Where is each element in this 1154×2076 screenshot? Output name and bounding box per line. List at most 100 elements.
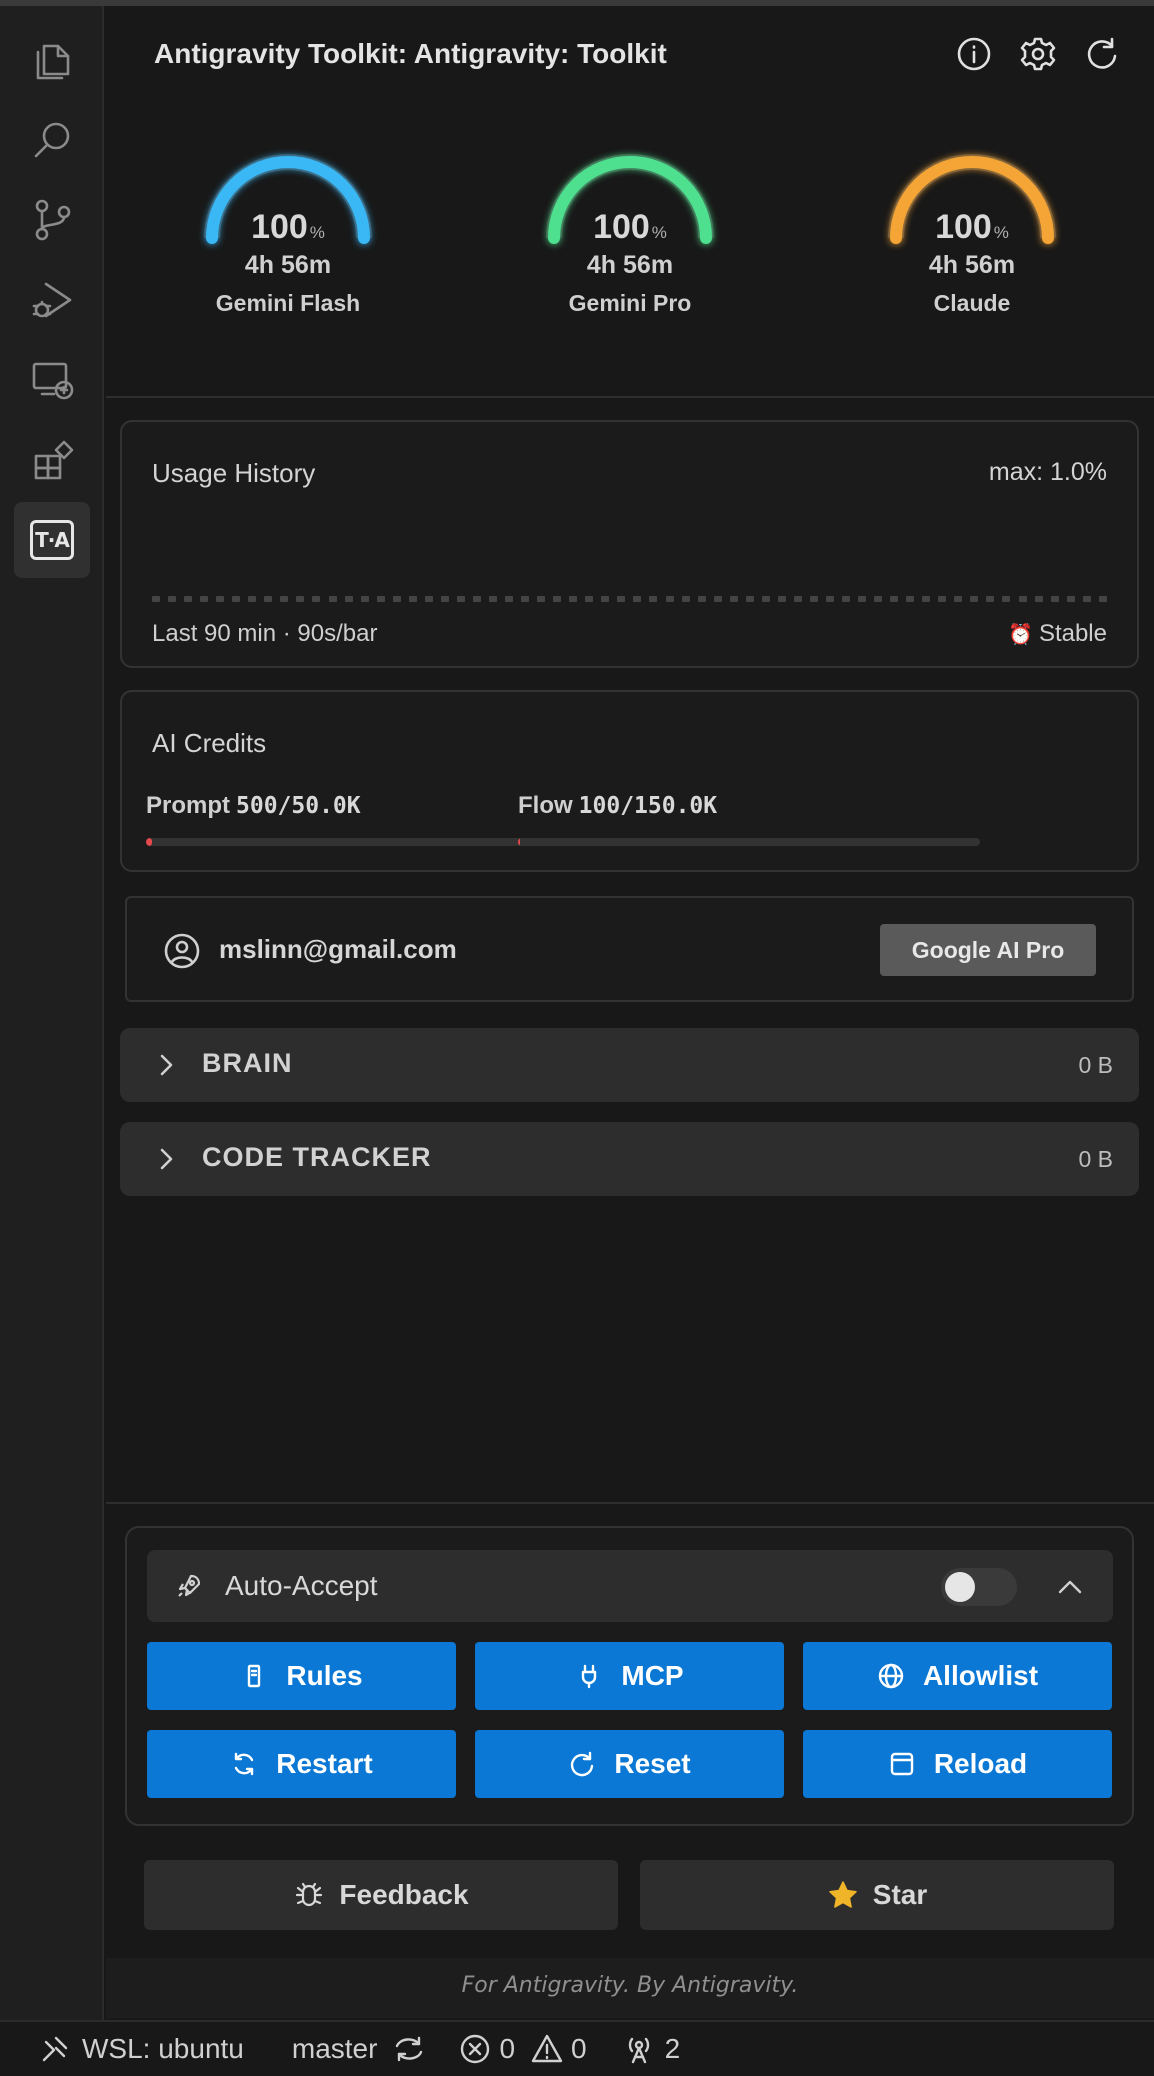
usage-bar [842, 596, 851, 602]
usage-bar [216, 596, 225, 602]
usage-bar [488, 596, 497, 602]
branch-indicator[interactable]: master [292, 2021, 430, 2076]
usage-history-title: Usage History [152, 458, 316, 488]
refresh-icon[interactable] [1080, 32, 1124, 76]
usage-bar [168, 596, 177, 602]
usage-bar [922, 596, 931, 602]
usage-bar [890, 596, 899, 602]
gauge-gemini-flash: 100% 4h 56m Gemini Flash [188, 136, 388, 336]
ports-indicator[interactable]: 2 [623, 2021, 680, 2076]
search-icon[interactable] [14, 102, 90, 178]
usage-bar [1082, 596, 1091, 602]
remote-explorer-icon[interactable] [14, 342, 90, 418]
explorer-icon[interactable] [14, 22, 90, 98]
feedback-button[interactable]: Feedback [144, 1860, 618, 1930]
source-control-icon[interactable] [14, 182, 90, 258]
gear-icon[interactable] [1016, 32, 1060, 76]
usage-bar [392, 596, 401, 602]
plan-badge[interactable]: Google AI Pro [880, 924, 1096, 976]
usage-bar [825, 596, 834, 602]
usage-bar [344, 596, 353, 602]
rocket-icon [175, 1572, 203, 1600]
mcp-button[interactable]: MCP [475, 1642, 784, 1710]
usage-bar [1034, 596, 1043, 602]
usage-bar [986, 596, 995, 602]
usage-bar [745, 596, 754, 602]
usage-bar [184, 596, 193, 602]
usage-status: ⏰ Stable [1008, 620, 1107, 648]
usage-bar [569, 596, 578, 602]
credit-flow: Flow 100/150.0K [518, 792, 980, 846]
plug-icon [582, 1664, 597, 1689]
info-icon[interactable] [952, 32, 996, 76]
usage-bar [761, 596, 770, 602]
chevron-up-icon[interactable] [1055, 1572, 1085, 1602]
footer-note: For Antigravity. By Antigravity. [106, 1958, 1154, 2018]
usage-bar [858, 596, 867, 602]
credit-flow-label: Flow [518, 792, 573, 819]
usage-bar [1050, 596, 1059, 602]
usage-bar [376, 596, 385, 602]
divider [106, 1502, 1154, 1504]
auto-accept-toggle[interactable] [941, 1568, 1017, 1606]
antigravity-toolkit-icon[interactable]: T·A [14, 502, 90, 578]
usage-bar [954, 596, 963, 602]
gauge-model-name: Gemini Pro [568, 290, 692, 316]
usage-bar [1002, 596, 1011, 602]
section-brain[interactable]: BRAIN 0 B [120, 1028, 1139, 1102]
usage-bar [232, 596, 241, 602]
usage-bar [906, 596, 915, 602]
warning-icon [531, 2034, 563, 2063]
quota-gauges: 100% 4h 56m Gemini Flash 100% 4h 56m Gem… [106, 136, 1154, 336]
divider [106, 396, 1154, 398]
gauge-reset-time: 4h 56m [586, 251, 674, 279]
gauge-gemini-pro: 100% 4h 56m Gemini Pro [530, 136, 730, 336]
reset-icon [571, 1751, 594, 1777]
usage-bar [505, 596, 514, 602]
error-count: 0 [499, 2033, 516, 2064]
panel-title: Antigravity Toolkit: Antigravity: Toolki… [154, 38, 667, 69]
reload-button[interactable]: Reload [803, 1730, 1112, 1798]
rules-button[interactable]: Rules [147, 1642, 456, 1710]
usage-bar [408, 596, 417, 602]
usage-bar-chart [152, 596, 1107, 602]
restart-button[interactable]: Restart [147, 1730, 456, 1798]
remote-indicator[interactable]: WSL: ubuntu [40, 2021, 244, 2076]
credit-flow-fill [518, 838, 520, 846]
gauge-percent: 100% [251, 208, 325, 246]
credit-prompt-value: 500/50.0K [236, 793, 361, 819]
usage-bar [537, 596, 546, 602]
usage-bar [665, 596, 674, 602]
ai-credits-title: AI Credits [152, 728, 267, 758]
credit-prompt-fill [146, 838, 152, 846]
branch-label: master [291, 2033, 378, 2064]
usage-bar [697, 596, 706, 602]
status-bar: WSL: ubuntu master 0 0 2 [0, 2020, 1154, 2076]
section-code-tracker[interactable]: CODE TRACKER 0 B [120, 1122, 1139, 1196]
tool-buttons: Rules MCP Allowlist Restart Reset Reload [147, 1642, 1113, 1798]
usage-bar [809, 596, 818, 602]
usage-max: max: 1.0% [988, 458, 1107, 486]
account-card: mslinn@gmail.com Google AI Pro [125, 896, 1134, 1002]
usage-bar [328, 596, 337, 602]
extensions-icon[interactable] [14, 422, 90, 498]
usage-bar [1018, 596, 1027, 602]
gauge-claude: 100% 4h 56m Claude [872, 136, 1072, 336]
run-debug-icon[interactable] [14, 262, 90, 338]
remote-label: WSL: ubuntu [82, 2033, 244, 2064]
allowlist-button[interactable]: Allowlist [803, 1642, 1112, 1710]
star-button[interactable]: Star [640, 1860, 1114, 1930]
problems-indicator[interactable]: 0 0 [459, 2021, 587, 2076]
usage-bar [777, 596, 786, 602]
usage-bar [970, 596, 979, 602]
gauge-percent: 100% [935, 208, 1009, 246]
usage-bar [440, 596, 449, 602]
usage-bar [424, 596, 433, 602]
tools-card: Auto-Accept Rules MCP Allowlist Restart [125, 1526, 1134, 1826]
usage-bar [456, 596, 465, 602]
auto-accept-label: Auto-Accept [225, 1570, 378, 1601]
usage-bar [649, 596, 658, 602]
bug-icon [296, 1882, 323, 1907]
reset-button[interactable]: Reset [475, 1730, 784, 1798]
chevron-right-icon [150, 1142, 184, 1176]
